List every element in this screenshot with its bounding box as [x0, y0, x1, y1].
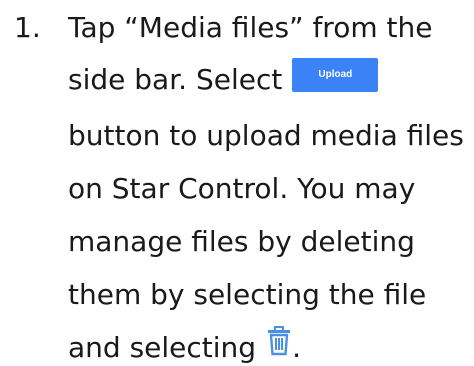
instruction-line-2: side bar. Select Upload: [68, 58, 379, 98]
instruction-line-5: manage files by deleting: [68, 225, 415, 258]
instruction-line-1: Tap “Media files” from the: [68, 11, 433, 44]
instruction-line-7-period: .: [292, 331, 301, 364]
upload-button-image: Upload: [292, 58, 379, 92]
instruction-line-4: on Star Control. You may: [68, 172, 416, 205]
trash-icon: [266, 326, 292, 356]
instruction-step: 1. Tap “Media files” from the side bar. …: [0, 0, 474, 364]
instruction-line-7-text: and selecting: [68, 331, 257, 364]
instruction-line-6: them by selecting the file: [68, 278, 427, 311]
instruction-line-2-text: side bar. Select: [68, 63, 283, 96]
instruction-line-7: and selecting .: [68, 326, 301, 366]
instruction-line-3: button to upload media files: [68, 119, 464, 152]
step-number: 1.: [14, 11, 41, 44]
